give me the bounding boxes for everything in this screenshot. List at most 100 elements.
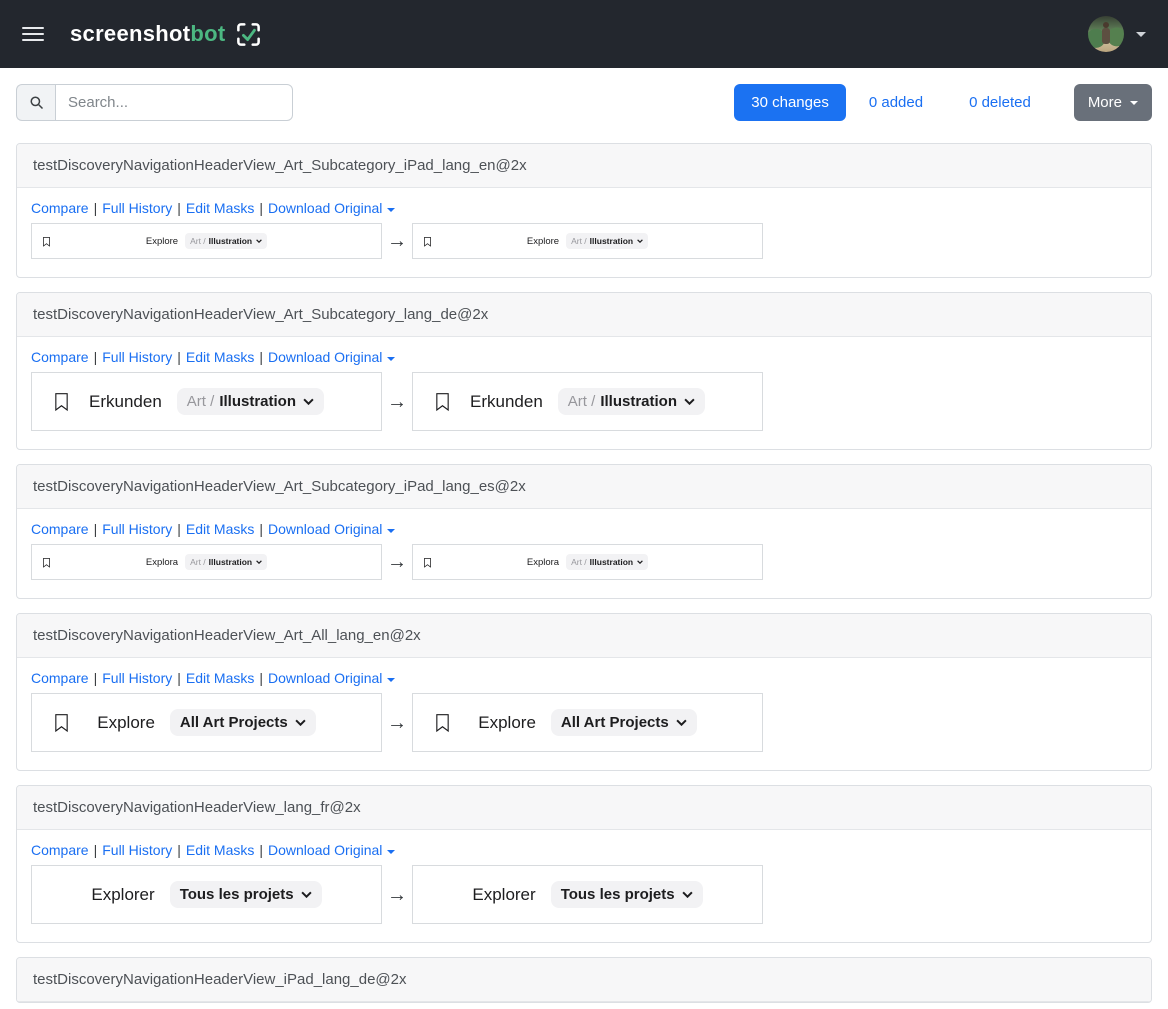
download-original-link[interactable]: Download Original: [268, 670, 395, 686]
deleted-link[interactable]: 0 deleted: [969, 94, 1031, 111]
caret-down-icon: [1130, 101, 1138, 105]
test-name: testDiscoveryNavigationHeaderView_iPad_l…: [33, 971, 407, 988]
caret-down-icon: [387, 850, 395, 854]
menu-icon[interactable]: [22, 27, 44, 41]
test-name: testDiscoveryNavigationHeaderView_Art_Su…: [33, 478, 526, 495]
link-separator: |: [177, 670, 181, 686]
test-card: testDiscoveryNavigationHeaderView_Art_Su…: [16, 143, 1152, 278]
bookmark-icon: [423, 557, 432, 568]
download-original-link[interactable]: Download Original: [268, 521, 395, 537]
screenshot-before[interactable]: Explorer Tous les projets: [31, 865, 382, 924]
chevron-down-icon: [637, 239, 643, 243]
full-history-link[interactable]: Full History: [102, 521, 172, 537]
nav-title: Explore: [146, 236, 178, 247]
changes-button[interactable]: 30 changes: [734, 84, 846, 121]
download-original-link[interactable]: Download Original: [268, 349, 395, 365]
before-after-row: Explore Art /Illustration → Explore Art …: [31, 223, 1137, 259]
link-separator: |: [259, 349, 263, 365]
compare-link[interactable]: Compare: [31, 521, 89, 537]
account-menu-caret-icon[interactable]: [1136, 32, 1146, 37]
edit-masks-link[interactable]: Edit Masks: [186, 521, 254, 537]
nav-title: Explora: [527, 557, 559, 568]
category-pill: Art /Illustration: [177, 388, 324, 415]
bookmark-icon: [42, 236, 51, 247]
before-after-row: Explorer Tous les projets → Explorer Tou…: [31, 865, 1137, 924]
link-separator: |: [259, 200, 263, 216]
screenshot-after[interactable]: Explore Art /Illustration: [412, 223, 763, 259]
bookmark-icon: [423, 236, 432, 247]
arrow-right-icon: →: [387, 392, 407, 412]
category-pill: Tous les projets: [170, 881, 322, 908]
before-after-row: Erkunden Art /Illustration → Erkunden Ar…: [31, 372, 1137, 431]
chevron-down-icon: [682, 891, 693, 898]
bookmark-icon: [53, 391, 70, 412]
full-history-link[interactable]: Full History: [102, 349, 172, 365]
screenshot-before[interactable]: Erkunden Art /Illustration: [31, 372, 382, 431]
full-history-link[interactable]: Full History: [102, 670, 172, 686]
compare-link[interactable]: Compare: [31, 842, 89, 858]
caret-down-icon: [387, 529, 395, 533]
caret-down-icon: [387, 357, 395, 361]
link-separator: |: [94, 521, 98, 537]
edit-masks-link[interactable]: Edit Masks: [186, 670, 254, 686]
before-after-row: Explore All Art Projects → Explore All A…: [31, 693, 1137, 752]
edit-masks-link[interactable]: Edit Masks: [186, 200, 254, 216]
card-actions: Compare|Full History|Edit Masks|Download…: [31, 842, 1137, 858]
bookmark-icon: [434, 712, 451, 733]
screenshot-after[interactable]: Explore All Art Projects: [412, 693, 763, 752]
chevron-down-icon: [676, 719, 687, 726]
category-pill: Art /Illustration: [566, 233, 648, 249]
test-name-header: testDiscoveryNavigationHeaderView_Art_Su…: [17, 293, 1151, 337]
card-actions: Compare|Full History|Edit Masks|Download…: [31, 349, 1137, 365]
category-pill: Art /Illustration: [566, 554, 648, 570]
arrow-right-icon: →: [387, 713, 407, 733]
card-actions: Compare|Full History|Edit Masks|Download…: [31, 200, 1137, 216]
full-history-link[interactable]: Full History: [102, 200, 172, 216]
test-name-header: testDiscoveryNavigationHeaderView_Art_Su…: [17, 465, 1151, 509]
screenshot-before[interactable]: Explore Art /Illustration: [31, 223, 382, 259]
brand-logo[interactable]: screenshotbot: [70, 21, 262, 48]
test-name-header: testDiscoveryNavigationHeaderView_Art_Su…: [17, 144, 1151, 188]
link-separator: |: [259, 521, 263, 537]
screenshot-after[interactable]: Explora Art /Illustration: [412, 544, 763, 580]
category-pill: Art /Illustration: [558, 388, 705, 415]
edit-masks-link[interactable]: Edit Masks: [186, 349, 254, 365]
link-separator: |: [177, 521, 181, 537]
search-icon: [16, 84, 55, 121]
more-button[interactable]: More: [1074, 84, 1152, 121]
category-pill: All Art Projects: [170, 709, 316, 736]
nav-title: Explorer: [472, 885, 535, 905]
arrow-right-icon: →: [387, 885, 407, 905]
nav-title: Explore: [478, 713, 536, 733]
full-history-link[interactable]: Full History: [102, 842, 172, 858]
nav-title: Erkunden: [470, 392, 543, 412]
toolbar-actions: 30 changes 0 added 0 deleted More: [734, 84, 1152, 121]
checkmark-logo-icon: [235, 21, 262, 48]
chevron-down-icon: [637, 560, 643, 564]
added-link[interactable]: 0 added: [869, 94, 923, 111]
change-list: testDiscoveryNavigationHeaderView_Art_Su…: [0, 143, 1168, 1003]
screenshot-after[interactable]: Erkunden Art /Illustration: [412, 372, 763, 431]
compare-link[interactable]: Compare: [31, 200, 89, 216]
test-name: testDiscoveryNavigationHeaderView_Art_Su…: [33, 306, 488, 323]
compare-link[interactable]: Compare: [31, 349, 89, 365]
before-after-row: Explora Art /Illustration → Explora Art …: [31, 544, 1137, 580]
user-avatar[interactable]: [1088, 16, 1124, 52]
download-original-link[interactable]: Download Original: [268, 842, 395, 858]
compare-link[interactable]: Compare: [31, 670, 89, 686]
test-card: testDiscoveryNavigationHeaderView_Art_Su…: [16, 292, 1152, 450]
bookmark-icon: [53, 712, 70, 733]
edit-masks-link[interactable]: Edit Masks: [186, 842, 254, 858]
screenshot-after[interactable]: Explorer Tous les projets: [412, 865, 763, 924]
search-input[interactable]: [55, 84, 293, 121]
chevron-down-icon: [684, 398, 695, 405]
link-separator: |: [94, 349, 98, 365]
screenshot-before[interactable]: Explora Art /Illustration: [31, 544, 382, 580]
report-toolbar: 30 changes 0 added 0 deleted More: [0, 68, 1168, 143]
card-actions: Compare|Full History|Edit Masks|Download…: [31, 670, 1137, 686]
link-separator: |: [94, 670, 98, 686]
test-card: testDiscoveryNavigationHeaderView_iPad_l…: [16, 957, 1152, 1003]
link-separator: |: [177, 842, 181, 858]
download-original-link[interactable]: Download Original: [268, 200, 395, 216]
screenshot-before[interactable]: Explore All Art Projects: [31, 693, 382, 752]
